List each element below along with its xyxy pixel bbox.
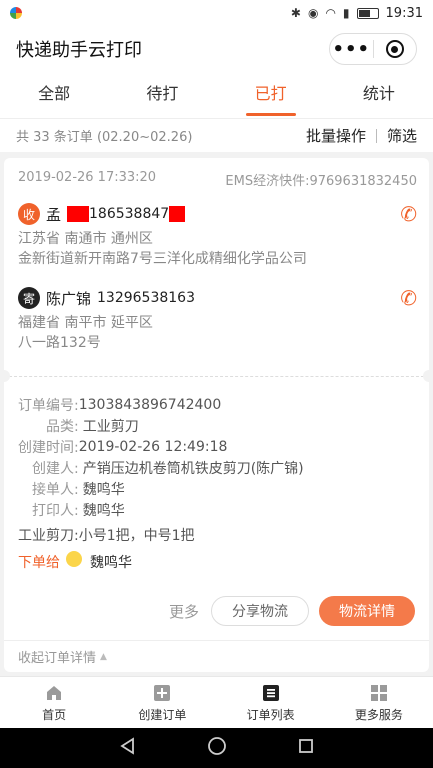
close-mini-program-button[interactable] (374, 40, 417, 58)
created-value: 2019-02-26 12:49:18 (78, 438, 228, 455)
receiver-address-line2: 金新街道新开南路7号三洋化成精细化学品公司 (18, 251, 307, 267)
status-time: 19:31 (385, 5, 423, 21)
order-tabs: 全部 待打 已打 统计 (0, 72, 433, 118)
category-label: 品类: (46, 418, 79, 435)
assign-label: 下单给 (18, 555, 60, 571)
more-menu-icon[interactable]: ••• (330, 39, 373, 60)
tab-printed[interactable]: 已打 (217, 72, 325, 118)
order-details: 订单编号: 1303843896742400 品类: 工业剪刀 创建时间: 2019-… (18, 394, 417, 545)
collapse-details-toggle[interactable]: 收起订单详情 ▲ (4, 640, 429, 672)
category-value: 工业剪刀 (82, 418, 139, 435)
creator-value: 产销压边机卷筒机铁皮剪刀(陈广锦) (82, 460, 304, 477)
title-bar: 快递助手云打印 ••• (0, 26, 433, 72)
redaction-mark (169, 206, 186, 222)
waybill-number: EMS经济快件:9769631832450 (225, 174, 417, 189)
share-logistics-button[interactable]: 分享物流 (211, 596, 309, 626)
action-divider (375, 128, 377, 143)
receiver-address-line1: 江苏省 南通市 通州区 (18, 231, 153, 247)
order-datetime: 2019-02-26 17:33:20 (18, 170, 157, 185)
target-icon (385, 40, 404, 58)
nav-home[interactable]: 首页 (0, 677, 108, 728)
assign-row: 下单给 魏鸣华 (18, 551, 132, 572)
ticket-notch (0, 370, 10, 382)
sender-address-line2: 八一路132号 (18, 335, 101, 351)
nav-home-label: 首页 (42, 707, 67, 722)
nav-order-list[interactable]: 订单列表 (217, 677, 325, 728)
sender-phone: 13296538163 (97, 290, 195, 306)
bottom-nav: 首页 创建订单 订单列表 更多服务 (0, 676, 433, 728)
order-card: 2019-02-26 17:33:20 EMS经济快件:976963183245… (0, 158, 433, 672)
back-icon[interactable] (119, 737, 137, 759)
bluetooth-icon: ✱ (290, 6, 301, 20)
order-no-label: 订单编号: (18, 397, 79, 414)
plus-square-icon (152, 683, 172, 703)
nav-more-services[interactable]: 更多服务 (325, 677, 433, 728)
tab-pending[interactable]: 待打 (108, 72, 216, 118)
receiver-phone: 186538847 (89, 206, 170, 222)
printer-label: 打印人: (32, 502, 79, 519)
receiver-block: 收 孟 186538847 ✆ 江苏省 南通市 通州区 金新街道新开南路7号三洋… (18, 202, 417, 269)
order-no-value: 1303843896742400 (78, 396, 222, 413)
order-count: 共 33 条订单 (02.20~02.26) (16, 130, 193, 145)
status-bar: ✱ ◉ ◠ ▮ 19:31 (0, 0, 433, 26)
divider (4, 376, 429, 377)
phone-icon[interactable]: ✆ (400, 202, 417, 226)
sim-icon: ▮ (342, 6, 350, 20)
logistics-detail-button[interactable]: 物流详情 (319, 596, 415, 626)
phone-icon[interactable]: ✆ (400, 286, 417, 310)
filter-button[interactable]: 筛选 (387, 125, 417, 146)
sender-badge: 寄 (18, 287, 40, 309)
recent-apps-icon[interactable] (297, 737, 315, 759)
receiver-badge: 收 (18, 203, 40, 225)
list-icon (261, 683, 281, 703)
redaction-mark (67, 206, 90, 222)
tab-statistics[interactable]: 统计 (325, 72, 433, 118)
created-label: 创建时间: (18, 439, 79, 456)
collapse-label: 收起订单详情 (18, 651, 97, 666)
app-title: 快递助手云打印 (16, 40, 142, 61)
receiver-name: 孟 (46, 205, 62, 224)
home-circle-icon[interactable] (207, 736, 227, 760)
order-header: 2019-02-26 17:33:20 EMS经济快件:976963183245… (18, 170, 417, 189)
action-buttons: 更多 分享物流 物流详情 (169, 596, 415, 626)
assignee-value: 魏鸣华 (82, 481, 125, 498)
eye-icon: ◉ (307, 6, 319, 20)
nav-create-order[interactable]: 创建订单 (108, 677, 216, 728)
creator-label: 创建人: (32, 460, 79, 477)
chevron-up-icon: ▲ (100, 651, 107, 662)
battery-icon (356, 7, 379, 19)
tab-all[interactable]: 全部 (0, 72, 108, 118)
grid-icon (369, 683, 389, 703)
nav-order-list-label: 订单列表 (246, 707, 295, 722)
summary-bar: 共 33 条订单 (02.20~02.26) 批量操作 筛选 (0, 118, 433, 152)
sender-name: 陈广锦 (46, 289, 92, 308)
goods-description: 工业剪刀:小号1把，中号1把 (18, 527, 195, 544)
system-nav-bar (0, 728, 433, 768)
app-notification-icon (10, 7, 22, 19)
sender-address-line1: 福建省 南平市 延平区 (18, 315, 153, 331)
mini-program-capsule: ••• (329, 33, 417, 65)
home-icon (44, 683, 64, 703)
nav-create-order-label: 创建订单 (138, 707, 187, 722)
avatar (66, 551, 82, 567)
more-button[interactable]: 更多 (169, 601, 199, 622)
sender-block: 寄 陈广锦 13296538163 ✆ 福建省 南平市 延平区 八一路132号 (18, 286, 417, 353)
batch-operation-button[interactable]: 批量操作 (306, 125, 366, 146)
assignee-label: 接单人: (32, 481, 79, 498)
wifi-icon: ◠ (325, 6, 336, 20)
assign-name: 魏鸣华 (90, 555, 132, 571)
nav-more-services-label: 更多服务 (354, 707, 403, 722)
printer-value: 魏鸣华 (82, 502, 125, 519)
ticket-notch (423, 370, 433, 382)
